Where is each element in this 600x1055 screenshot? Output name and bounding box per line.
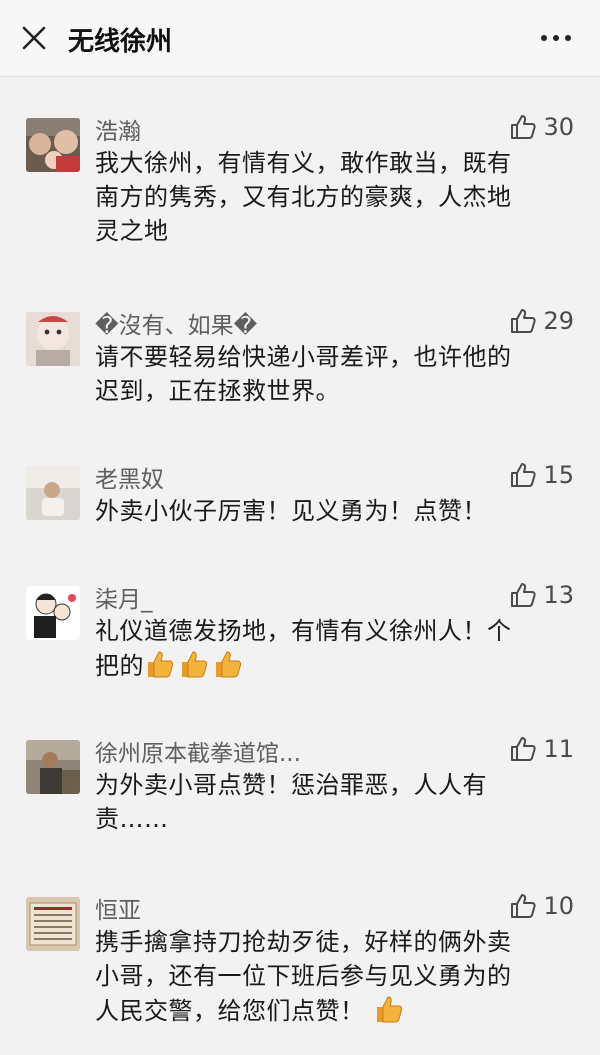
comment-text: 为外卖小哥点赞！惩治罪恶，人人有 责…… bbox=[95, 771, 487, 833]
more-button[interactable] bbox=[536, 22, 576, 54]
page-title: 无线徐州 bbox=[68, 27, 173, 57]
avatar[interactable] bbox=[26, 118, 80, 172]
avatar[interactable] bbox=[26, 897, 80, 951]
thumb-up-outline-icon bbox=[511, 894, 537, 918]
like-count: 13 bbox=[543, 581, 574, 609]
nickname[interactable]: 柒月_ bbox=[95, 580, 153, 614]
like-count: 30 bbox=[543, 113, 574, 141]
avatar[interactable] bbox=[26, 740, 80, 794]
thumb-up-outline-icon bbox=[511, 115, 537, 139]
like-count: 29 bbox=[543, 307, 574, 335]
comment-text: 礼仪道德发扬地，有情有义徐州人！个 把的 bbox=[95, 614, 575, 689]
top-bar: 无线徐州 bbox=[0, 0, 600, 77]
nickname[interactable]: 恒亚 bbox=[95, 891, 141, 925]
like-count: 10 bbox=[543, 892, 574, 920]
comment-text: 外卖小伙子厉害！见义勇为！点赞！ bbox=[95, 497, 487, 525]
comment-text: 携手擒拿持刀抢劫歹徒，好样的俩外卖 小哥，还有一位下班后参与见义勇为的 人民交警… bbox=[95, 925, 575, 1034]
avatar[interactable] bbox=[26, 466, 80, 520]
comment-text-content: 携手擒拿持刀抢劫歹徒，好样的俩外卖 小哥，还有一位下班后参与见义勇为的 人民交警… bbox=[95, 928, 512, 1025]
like-button[interactable]: 11 bbox=[509, 732, 574, 766]
like-count: 11 bbox=[543, 735, 574, 763]
more-icon bbox=[541, 35, 571, 41]
like-button[interactable]: 15 bbox=[509, 458, 574, 492]
thumbs-up-emoji-icon bbox=[373, 993, 405, 1034]
thumbs-up-emoji-icon bbox=[178, 648, 210, 689]
close-icon bbox=[22, 26, 46, 50]
comment-text: 请不要轻易给快递小哥差评，也许他的 迟到，正在拯救世界。 bbox=[95, 343, 512, 405]
nickname[interactable]: �沒有、如果� bbox=[95, 306, 257, 340]
avatar[interactable] bbox=[26, 586, 80, 640]
like-button[interactable]: 29 bbox=[509, 304, 574, 338]
nickname[interactable]: 浩瀚 bbox=[95, 112, 141, 146]
thumbs-up-emoji-icon bbox=[212, 648, 244, 689]
thumbs-up-emoji-icon bbox=[144, 648, 176, 689]
nickname[interactable]: 徐州原本截拳道馆... bbox=[95, 734, 301, 768]
thumb-up-outline-icon bbox=[511, 583, 537, 607]
like-button[interactable]: 10 bbox=[509, 889, 574, 923]
thumb-up-outline-icon bbox=[511, 737, 537, 761]
comment-text: 我大徐州，有情有义，敢作敢当，既有 南方的隽秀，又有北方的豪爽，人杰地 灵之地 bbox=[95, 149, 512, 245]
like-button[interactable]: 13 bbox=[509, 578, 574, 612]
nickname[interactable]: 老黑奴 bbox=[95, 460, 164, 494]
like-count: 15 bbox=[543, 461, 574, 489]
thumb-up-outline-icon bbox=[511, 463, 537, 487]
like-button[interactable]: 30 bbox=[509, 110, 574, 144]
close-button[interactable] bbox=[16, 20, 52, 56]
thumb-up-outline-icon bbox=[511, 309, 537, 333]
avatar[interactable] bbox=[26, 312, 80, 366]
